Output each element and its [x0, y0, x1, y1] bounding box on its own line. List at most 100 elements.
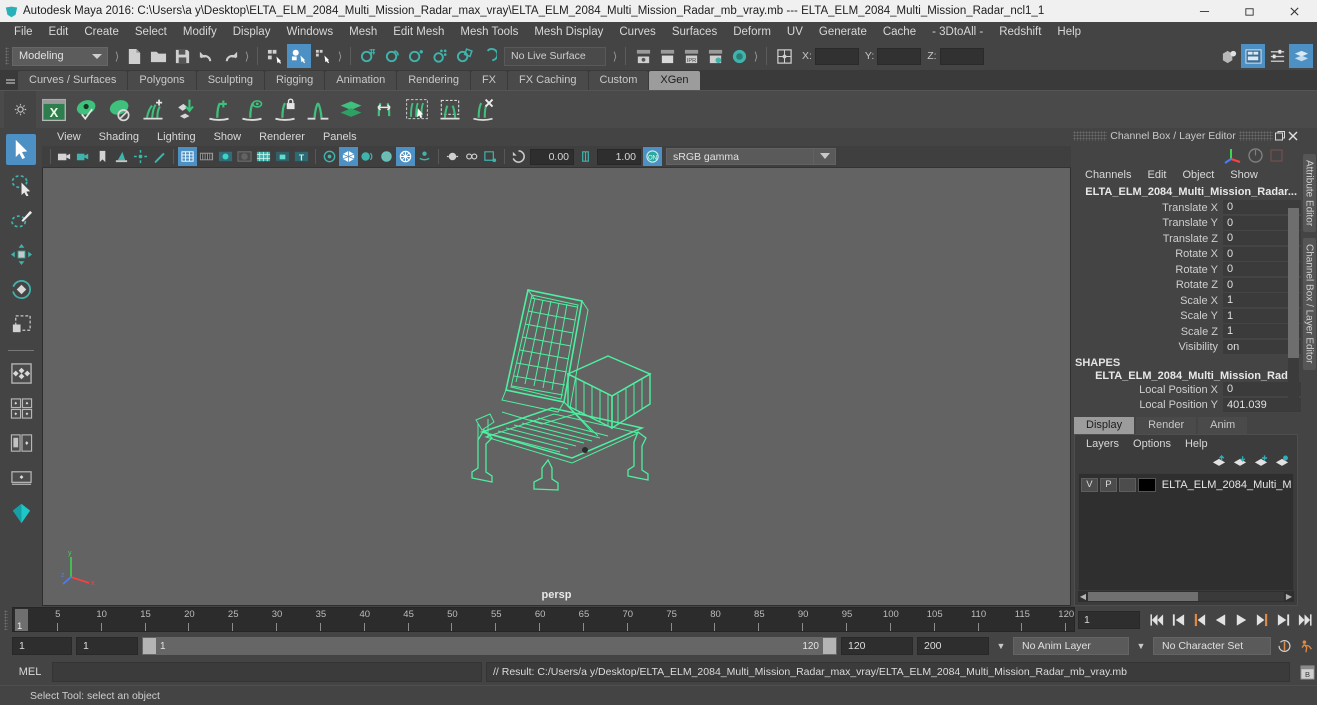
channel-row-visibility[interactable]: Visibility on — [1071, 339, 1301, 356]
select-by-component-button[interactable] — [311, 44, 335, 68]
xray-joints-icon[interactable] — [462, 147, 481, 166]
motion-blur-icon[interactable] — [415, 147, 434, 166]
menu-3dtoall[interactable]: - 3DtoAll - — [924, 22, 991, 42]
xgen-mirror-guide-icon[interactable] — [302, 94, 333, 125]
axis-manipulator-icon[interactable] — [1223, 145, 1243, 165]
menu-surfaces[interactable]: Surfaces — [664, 22, 725, 42]
statusline-divider-5[interactable]: ⟩ — [751, 50, 761, 63]
layer-move-down-icon[interactable] — [1233, 455, 1247, 468]
current-time-indicator[interactable]: 1 — [15, 609, 28, 631]
channel-value[interactable]: 401.039 — [1223, 397, 1301, 413]
menu-uv[interactable]: UV — [779, 22, 811, 42]
statusline-grip[interactable] — [2, 45, 12, 67]
redo-button[interactable] — [218, 44, 242, 68]
shelf-grip[interactable] — [2, 70, 18, 90]
layout-persp-outliner-button[interactable] — [6, 428, 36, 459]
xgen-lock-guide-icon[interactable] — [269, 94, 300, 125]
select-by-hierarchy-button[interactable] — [263, 44, 287, 68]
anim-start-time-field[interactable]: 1 — [12, 637, 72, 655]
time-slider[interactable]: 1 5 10 15 20 25 30 35 40 45 50 55 60 65 70 75 80 85 90 95 1… — [12, 607, 1075, 632]
viewport-menu-lighting[interactable]: Lighting — [148, 127, 205, 147]
xgen-region-icon[interactable] — [434, 94, 465, 125]
menu-help[interactable]: Help — [1049, 22, 1089, 42]
layer-new-icon[interactable] — [1254, 454, 1268, 468]
use-default-lighting-icon[interactable] — [339, 147, 358, 166]
menu-select[interactable]: Select — [127, 22, 175, 42]
channel-row-scale-x[interactable]: Scale X 1 — [1071, 293, 1301, 309]
channel-row-translate-y[interactable]: Translate Y 0 — [1071, 215, 1301, 232]
character-set-dropdown[interactable]: No Character Set — [1153, 637, 1271, 655]
exposure-reset-icon[interactable] — [509, 147, 528, 166]
scroll-left-icon[interactable]: ◀ — [1078, 592, 1088, 601]
channelbox-menu-object[interactable]: Object — [1174, 169, 1222, 181]
channel-row-scale-z[interactable]: Scale Z 1 — [1071, 324, 1301, 340]
panel-grip-left[interactable] — [1073, 131, 1107, 141]
exposure-input[interactable]: 0.00 — [530, 148, 574, 165]
channel-row-translate-x[interactable]: Translate X 0 — [1071, 200, 1301, 216]
statusline-divider-3[interactable]: ⟩ — [335, 50, 345, 63]
shelf-tab-sculpting[interactable]: Sculpting — [196, 71, 264, 90]
menu-modify[interactable]: Modify — [175, 22, 225, 42]
shelf-tab-custom[interactable]: Custom — [588, 71, 649, 90]
xgen-add-grooming-icon[interactable] — [203, 94, 234, 125]
command-input[interactable] — [52, 662, 482, 682]
command-language-label[interactable]: MEL — [12, 666, 48, 678]
menuset-dropdown[interactable]: Modeling — [12, 46, 108, 66]
texture-display-icon[interactable]: T — [292, 147, 311, 166]
xgen-select-guide-icon[interactable] — [401, 94, 432, 125]
step-forward-keyframe-button[interactable] — [1274, 610, 1293, 630]
play-backwards-button[interactable] — [1211, 610, 1230, 630]
channelbox-scrollbar[interactable] — [1288, 200, 1299, 400]
select-camera-icon[interactable] — [55, 147, 74, 166]
step-back-frame-button[interactable] — [1190, 610, 1209, 630]
channelbox-menu-show[interactable]: Show — [1222, 169, 1266, 181]
shelf-tab-xgen[interactable]: XGen — [649, 71, 700, 90]
radar-model-wireframe[interactable] — [442, 282, 672, 492]
snap-to-curve-button[interactable] — [380, 44, 404, 68]
color-management-toggle-icon[interactable]: ON — [643, 147, 662, 166]
layer-visibility-toggle[interactable]: V — [1081, 477, 1098, 492]
xgen-preview-icon[interactable] — [71, 94, 102, 125]
menu-windows[interactable]: Windows — [278, 22, 341, 42]
channel-row-translate-z[interactable]: Translate Z 0 — [1071, 231, 1301, 247]
gpu-cache-icon[interactable] — [481, 147, 500, 166]
tab-render-layers[interactable]: Render — [1136, 417, 1197, 434]
menu-create[interactable]: Create — [76, 22, 127, 42]
show-hide-channel-box-button[interactable] — [1289, 44, 1313, 68]
scale-manipulator-icon[interactable] — [1268, 147, 1285, 164]
panel-grip-right[interactable] — [1239, 131, 1273, 141]
close-button[interactable] — [1272, 0, 1317, 22]
channel-row-local-position-x[interactable]: Local Position X 0 — [1071, 382, 1301, 398]
menu-curves[interactable]: Curves — [611, 22, 663, 42]
coord-y-input[interactable] — [877, 47, 922, 65]
xgen-place-guide-icon[interactable] — [170, 94, 201, 125]
wireframe-shading-icon[interactable] — [178, 147, 197, 166]
statusline-divider-2[interactable]: ⟩ — [242, 50, 252, 63]
scale-tool[interactable] — [6, 309, 36, 340]
select-tool[interactable] — [6, 134, 36, 165]
coord-x-input[interactable] — [814, 47, 859, 65]
layer-menu-help[interactable]: Help — [1178, 438, 1215, 450]
tab-display-layers[interactable]: Display — [1074, 417, 1135, 434]
layer-menu-options[interactable]: Options — [1126, 438, 1178, 450]
menu-cache[interactable]: Cache — [875, 22, 924, 42]
anim-end-time-field[interactable]: 200 — [917, 637, 989, 655]
time-slider-grip[interactable] — [0, 606, 12, 633]
layer-row[interactable]: V P ELTA_ELM_2084_Multi_M — [1081, 477, 1291, 492]
menu-mesh-tools[interactable]: Mesh Tools — [452, 22, 526, 42]
xgen-sculpt-icon[interactable] — [368, 94, 399, 125]
xgen-show-guide-icon[interactable] — [236, 94, 267, 125]
rotate-tool[interactable] — [6, 274, 36, 305]
shelf-tab-fx[interactable]: FX — [470, 71, 508, 90]
menu-display[interactable]: Display — [225, 22, 279, 42]
perspective-viewport[interactable]: y x z persp — [42, 168, 1071, 606]
render-current-frame-button[interactable] — [631, 44, 655, 68]
go-to-start-button[interactable] — [1148, 610, 1167, 630]
shade-options-icon[interactable] — [235, 147, 254, 166]
shelf-tab-rendering[interactable]: Rendering — [397, 71, 470, 90]
channel-row-rotate-z[interactable]: Rotate Z 0 — [1071, 277, 1301, 294]
channel-row-rotate-y[interactable]: Rotate Y 0 — [1071, 262, 1301, 278]
render-sequence-button[interactable] — [655, 44, 679, 68]
layer-new-from-selected-icon[interactable] — [1275, 455, 1289, 468]
layout-two-panes-button[interactable] — [6, 393, 36, 424]
